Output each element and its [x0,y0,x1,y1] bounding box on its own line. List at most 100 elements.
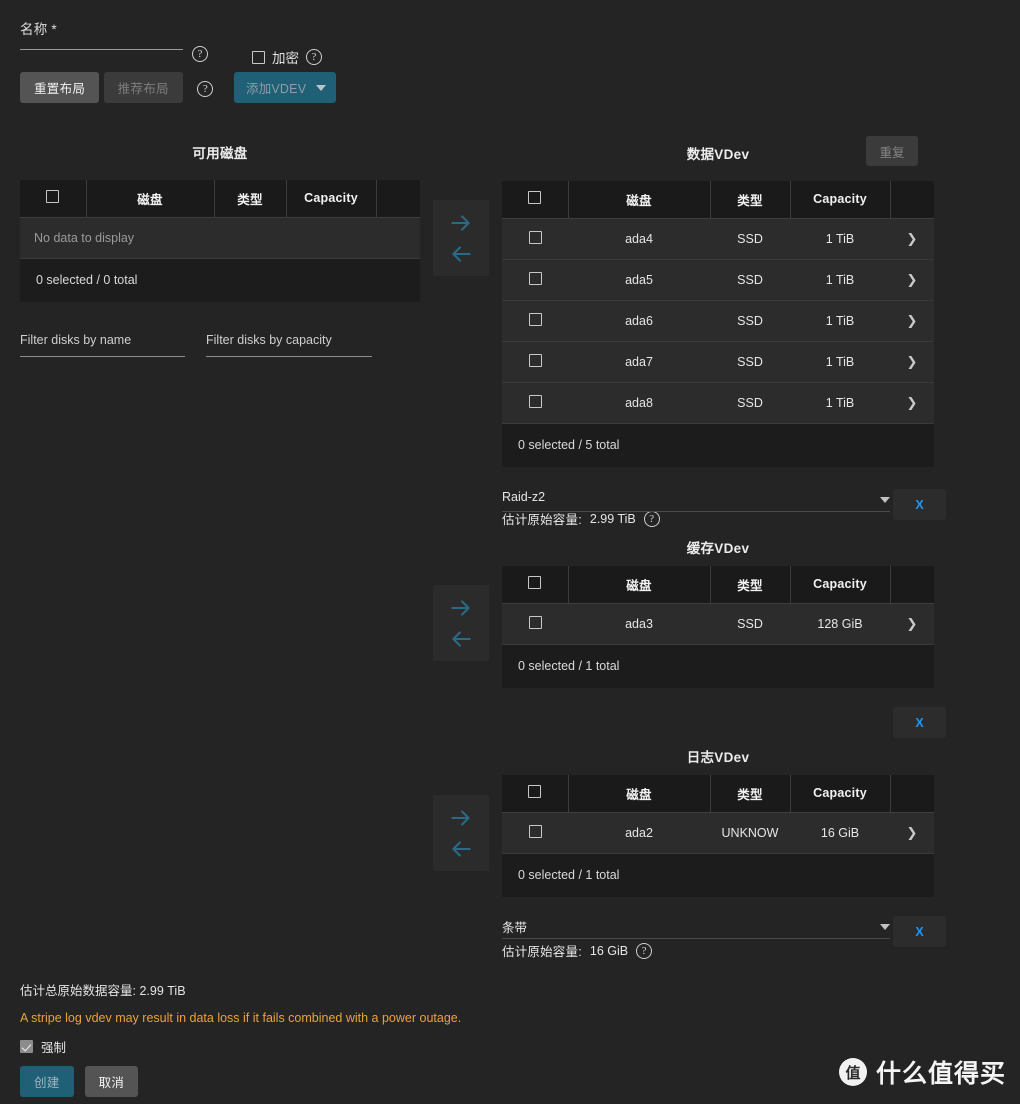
column-header-capacity[interactable]: Capacity [286,180,377,218]
column-header-disk[interactable]: 磁盘 [568,775,711,813]
select-all-checkbox[interactable] [528,785,542,799]
select-all-header[interactable] [20,180,87,218]
row-select-cell[interactable] [502,259,568,301]
chevron-right-icon[interactable]: ❯ [907,616,918,631]
log-vdev-layout-select[interactable]: 条带 估计原始容量: 16 GiB ? [502,917,890,960]
row-expand-cell[interactable]: ❯ [890,341,934,383]
row-select-cell[interactable] [502,341,568,383]
filter-name-underline [20,356,185,357]
log-vdev-estimate-label: 估计原始容量: [502,945,582,959]
row-select-cell[interactable] [502,382,568,424]
transfer-arrows-cache-vdev [433,585,489,661]
row-checkbox[interactable] [528,615,542,629]
help-icon-layout[interactable]: ? [197,80,214,97]
pool-manager-page: 名称 * ? 加密 ? 重置布局 推荐布局 ? 添加VDEV 可用磁盘 磁盘 类… [0,0,1020,1104]
force-checkbox[interactable] [20,1040,33,1053]
remove-cache-vdev-button[interactable]: X [893,707,946,738]
column-header-type[interactable]: 类型 [710,181,791,219]
row-checkbox[interactable] [528,353,542,367]
table-row[interactable]: ada4 SSD 1 TiB ❯ [502,218,934,260]
help-icon-encryption[interactable]: ? [306,49,322,65]
chevron-right-icon[interactable]: ❯ [907,395,918,410]
create-button[interactable]: 创建 [20,1066,74,1097]
column-header-capacity[interactable]: Capacity [790,775,891,813]
layout-button-row: 重置布局 推荐布局 ? [20,72,214,104]
pool-name-field[interactable]: 名称 * [20,18,183,50]
row-checkbox[interactable] [528,312,542,326]
row-expand-cell[interactable]: ❯ [890,382,934,424]
pool-name-input-underline[interactable] [20,49,183,50]
cell-disk: ada8 [568,382,710,424]
column-header-type[interactable]: 类型 [710,775,791,813]
chevron-right-icon[interactable]: ❯ [907,825,918,840]
column-header-disk[interactable]: 磁盘 [568,181,711,219]
data-vdev-footer: 0 selected / 5 total [502,423,934,467]
chevron-right-icon[interactable]: ❯ [907,272,918,287]
force-toggle[interactable]: 强制 [20,1037,66,1056]
select-all-header[interactable] [502,566,569,604]
select-all-checkbox[interactable] [528,576,542,590]
select-all-checkbox[interactable] [528,191,542,205]
table-row[interactable]: ada2 UNKNOW 16 GiB ❯ [502,812,934,854]
row-select-cell[interactable] [502,300,568,342]
arrow-right-icon[interactable] [447,210,475,236]
column-header-type[interactable]: 类型 [710,566,791,604]
arrow-left-icon[interactable] [447,241,475,267]
row-checkbox[interactable] [528,271,542,285]
remove-data-vdev-button[interactable]: X [893,489,946,520]
help-icon-data-vdev-estimate[interactable]: ? [643,510,660,527]
row-select-cell[interactable] [502,812,568,854]
chevron-right-icon[interactable]: ❯ [907,231,918,246]
encryption-toggle[interactable]: 加密 ? [252,47,322,67]
help-icon-name[interactable]: ? [192,46,208,62]
cell-disk: ada5 [568,259,710,301]
remove-log-vdev-button[interactable]: X [893,916,946,947]
table-row[interactable]: ada7 SSD 1 TiB ❯ [502,341,934,383]
column-header-disk[interactable]: 磁盘 [568,566,711,604]
table-row[interactable]: ada5 SSD 1 TiB ❯ [502,259,934,301]
table-row[interactable]: ada6 SSD 1 TiB ❯ [502,300,934,342]
arrow-right-icon[interactable] [447,595,475,621]
select-all-checkbox[interactable] [46,190,60,204]
data-vdev-layout-select[interactable]: Raid-z2 估计原始容量: 2.99 TiB ? [502,490,890,528]
cancel-button[interactable]: 取消 [84,1066,139,1097]
add-vdev-button[interactable]: 添加VDEV [234,72,336,103]
reset-layout-button[interactable]: 重置布局 [20,72,100,103]
select-all-header[interactable] [502,775,569,813]
chevron-right-icon[interactable]: ❯ [907,313,918,328]
table-row[interactable]: ada8 SSD 1 TiB ❯ [502,382,934,424]
filter-disks-by-name[interactable]: Filter disks by name [20,333,185,357]
encryption-checkbox[interactable] [252,50,265,64]
filter-disks-by-capacity[interactable]: Filter disks by capacity [206,333,372,357]
column-header-disk[interactable]: 磁盘 [86,180,215,218]
select-all-header[interactable] [502,181,569,219]
cell-type: SSD [710,341,790,383]
row-expand-cell[interactable]: ❯ [890,603,934,645]
row-expand-cell[interactable]: ❯ [890,259,934,301]
arrow-left-icon[interactable] [447,836,475,862]
help-icon-log-vdev-estimate[interactable]: ? [636,942,653,959]
row-expand-cell[interactable]: ❯ [890,300,934,342]
chevron-down-icon[interactable] [880,924,890,930]
column-header-capacity[interactable]: Capacity [790,566,891,604]
row-checkbox[interactable] [528,824,542,838]
cell-type: SSD [710,259,790,301]
row-select-cell[interactable] [502,218,568,260]
row-checkbox[interactable] [528,394,542,408]
cache-vdev-rows: ada3 SSD 128 GiB ❯ [502,603,934,645]
row-expand-cell[interactable]: ❯ [890,218,934,260]
column-header-capacity[interactable]: Capacity [790,181,891,219]
suggest-layout-button[interactable]: 推荐布局 [103,72,183,103]
table-row[interactable]: ada3 SSD 128 GiB ❯ [502,603,934,645]
repeat-button[interactable]: 重复 [866,136,918,166]
chevron-right-icon[interactable]: ❯ [907,354,918,369]
arrow-right-icon[interactable] [447,805,475,831]
column-header-type[interactable]: 类型 [214,180,287,218]
arrow-left-icon[interactable] [447,626,475,652]
row-select-cell[interactable] [502,603,568,645]
row-checkbox[interactable] [528,230,542,244]
total-capacity-summary: 估计总原始数据容量: 2.99 TiB [20,984,186,998]
table-header-row: 磁盘 类型 Capacity [502,181,934,219]
row-expand-cell[interactable]: ❯ [890,812,934,854]
chevron-down-icon[interactable] [880,497,890,503]
